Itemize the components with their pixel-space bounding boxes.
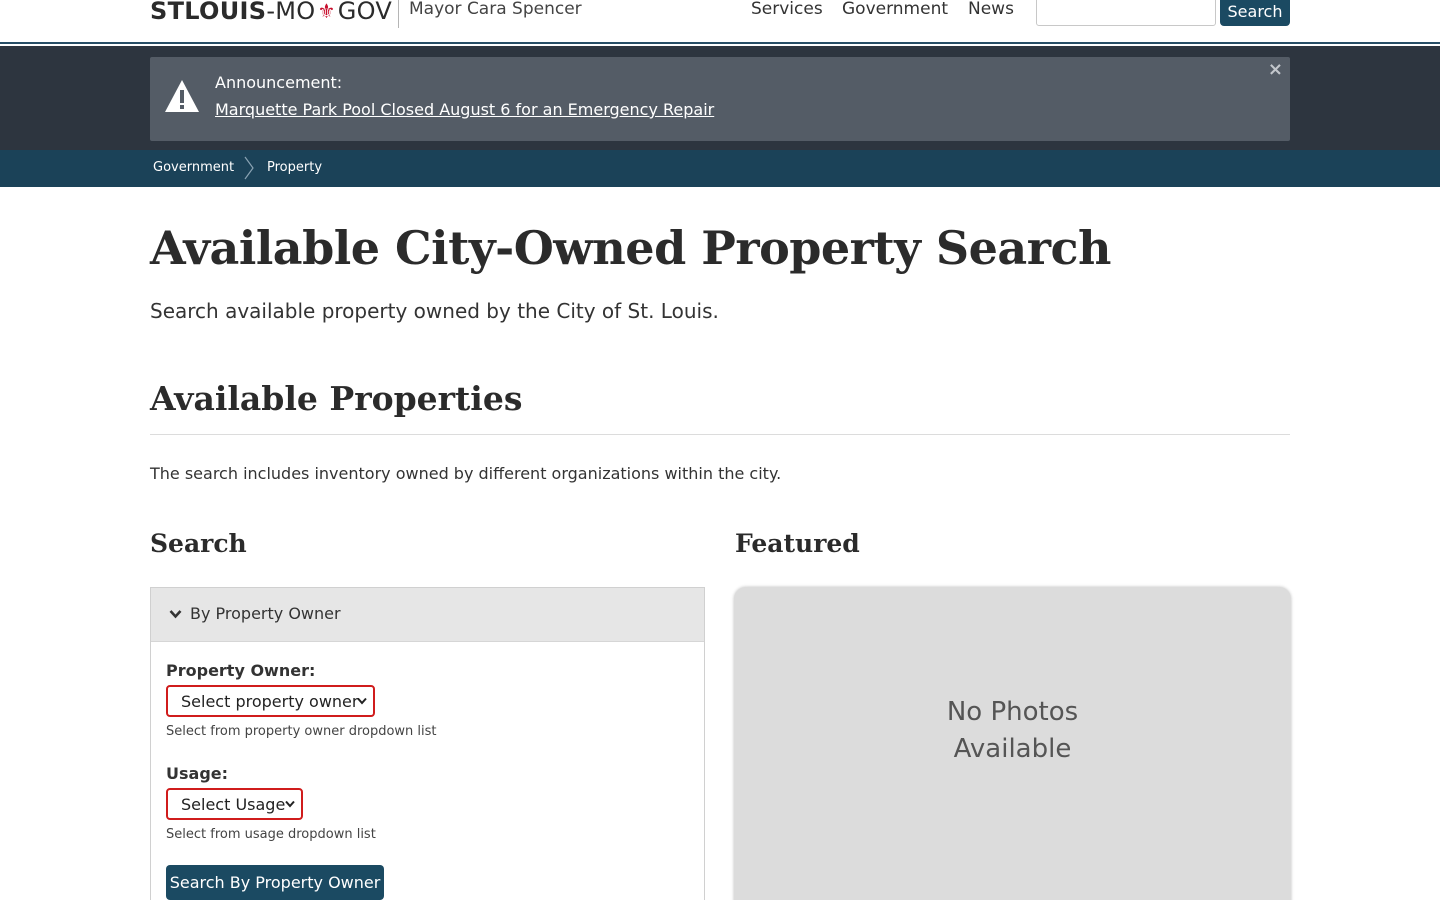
fleur-de-lis-icon: ⚜	[317, 0, 336, 23]
accordion-label: By Property Owner	[190, 604, 341, 623]
logo-text-stlouis: STLOUIS	[150, 0, 267, 25]
nav-government[interactable]: Government	[842, 0, 948, 19]
close-icon[interactable]: ×	[1268, 61, 1283, 79]
section-divider	[150, 434, 1290, 435]
site-logo[interactable]: STLOUIS -MO ⚜ GOV	[150, 0, 392, 26]
announcement-label: Announcement:	[215, 73, 343, 92]
mayor-link[interactable]: Mayor Cara Spencer	[409, 0, 582, 19]
site-search-button[interactable]: Search	[1220, 0, 1290, 26]
no-photos-text: No Photos Available	[734, 694, 1291, 768]
no-photos-line-1: No Photos	[946, 697, 1079, 727]
featured-photo-placeholder: No Photos Available	[734, 587, 1291, 900]
page-title: Available City-Owned Property Search	[150, 221, 1111, 275]
nav-news[interactable]: News	[968, 0, 1014, 19]
breadcrumb: Government Property	[0, 150, 1440, 187]
usage-label: Usage:	[166, 764, 229, 783]
nav-services[interactable]: Services	[751, 0, 823, 19]
usage-help: Select from usage dropdown list	[166, 827, 376, 842]
no-photos-line-2: Available	[953, 734, 1072, 764]
featured-heading: Featured	[735, 529, 860, 558]
chevron-down-icon	[357, 697, 367, 705]
property-owner-label: Property Owner:	[166, 661, 316, 680]
property-owner-help: Select from property owner dropdown list	[166, 724, 437, 739]
search-heading: Search	[150, 529, 247, 558]
chevron-down-icon	[285, 800, 295, 808]
property-owner-select[interactable]: Select property owner	[166, 685, 375, 717]
announcement-band: Announcement: Marquette Park Pool Closed…	[0, 46, 1440, 150]
page-lead: Search available property owned by the C…	[150, 299, 719, 323]
breadcrumb-government[interactable]: Government	[153, 160, 234, 175]
logo-divider	[398, 0, 399, 28]
logo-text-gov: GOV	[337, 0, 393, 25]
breadcrumb-chevron-icon	[244, 156, 254, 180]
section-title: Available Properties	[150, 379, 523, 418]
site-search-input[interactable]	[1036, 0, 1216, 26]
announcement-box: Announcement: Marquette Park Pool Closed…	[150, 57, 1290, 141]
search-panel: By Property Owner Property Owner: Select…	[150, 587, 705, 900]
announcement-link[interactable]: Marquette Park Pool Closed August 6 for …	[215, 100, 714, 119]
logo-text-mo: -MO	[266, 0, 316, 25]
usage-select-value: Select Usage	[181, 794, 286, 814]
site-header: STLOUIS -MO ⚜ GOV Mayor Cara Spencer Ser…	[0, 0, 1440, 44]
accordion-by-property-owner[interactable]: By Property Owner	[151, 588, 704, 642]
search-by-owner-button[interactable]: Search By Property Owner	[166, 865, 384, 900]
property-owner-select-value: Select property owner	[181, 691, 359, 711]
warning-icon	[165, 80, 199, 112]
usage-select[interactable]: Select Usage	[166, 788, 303, 820]
chevron-down-icon	[169, 610, 182, 619]
breadcrumb-property[interactable]: Property	[267, 160, 322, 175]
inventory-note: The search includes inventory owned by d…	[150, 464, 782, 483]
